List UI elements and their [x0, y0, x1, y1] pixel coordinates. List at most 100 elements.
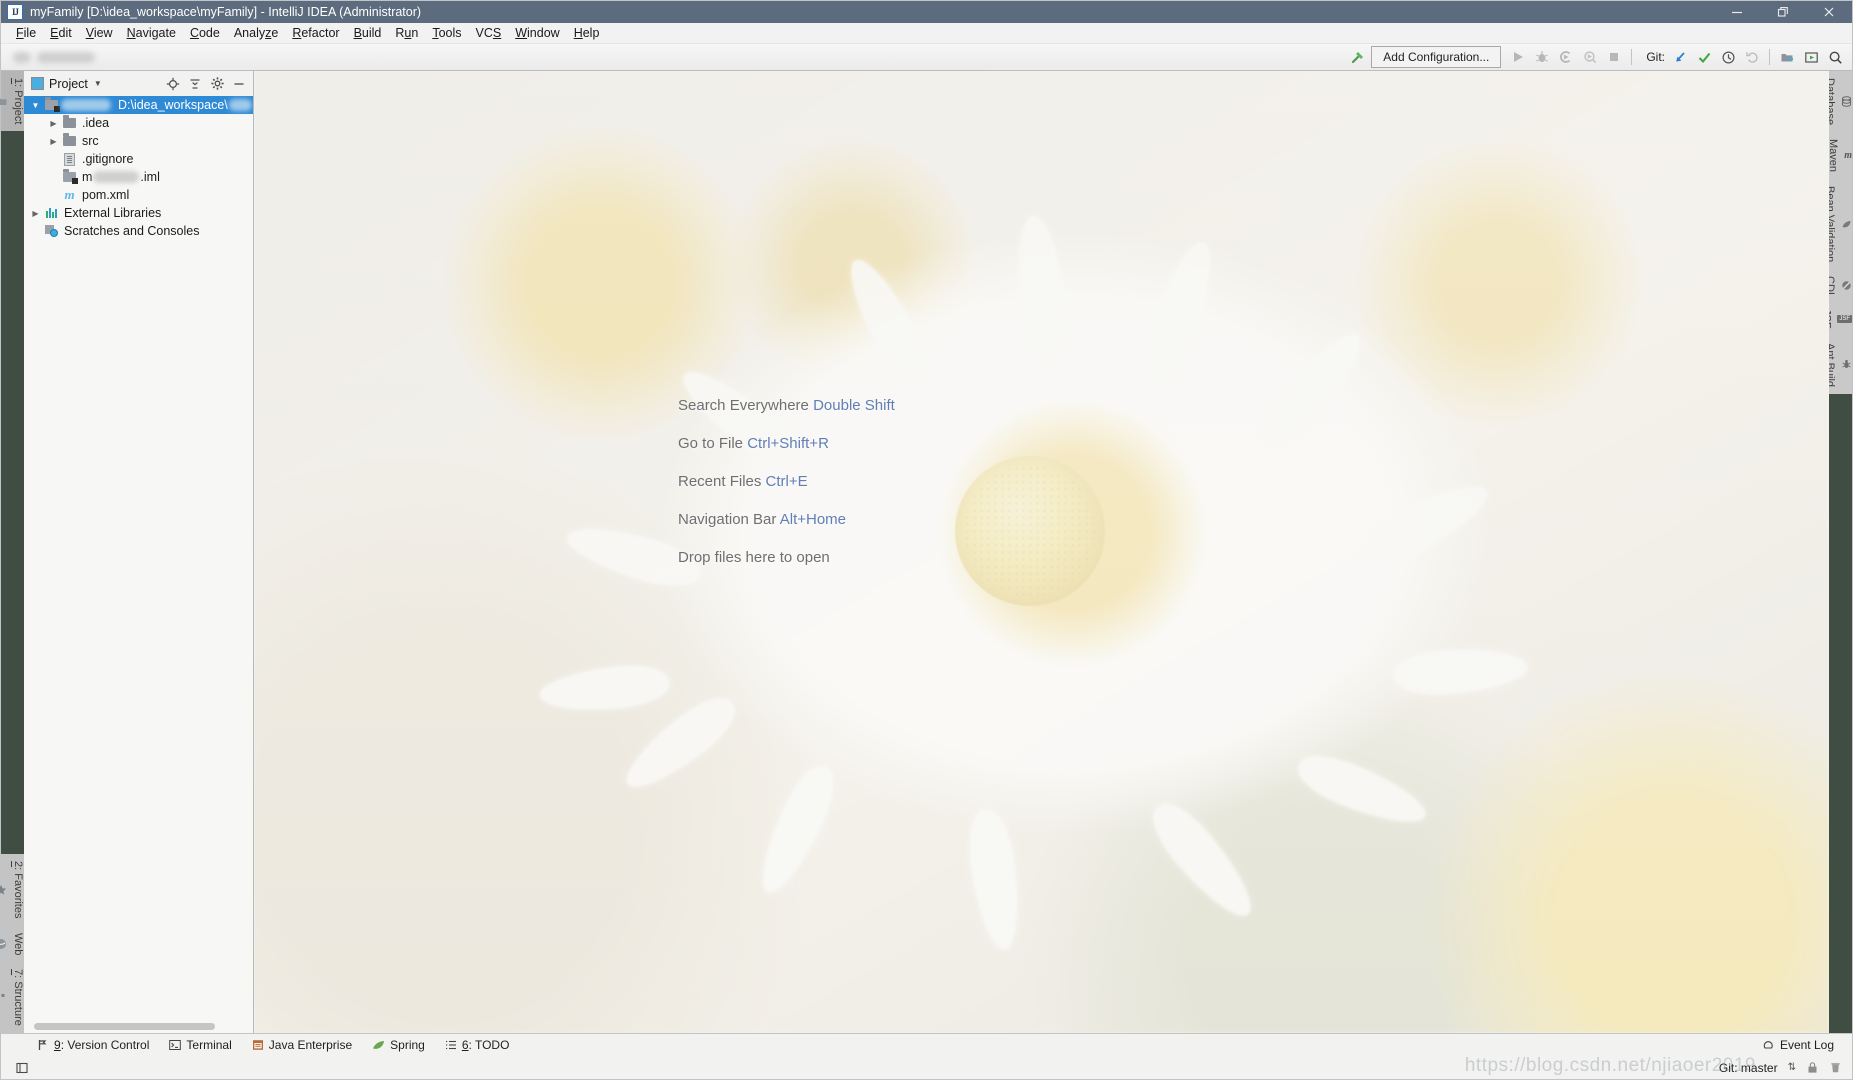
sidebar-item-jsf[interactable]: JSF JSF: [1820, 302, 1852, 336]
menu-navigate[interactable]: Navigate: [120, 25, 183, 42]
hint-drop-files: Drop files here to open: [678, 549, 895, 566]
menu-vcs[interactable]: VCS: [469, 25, 509, 42]
expand-arrow-collapsed-icon[interactable]: ▶: [46, 119, 61, 128]
menu-run[interactable]: Run: [388, 25, 425, 42]
menu-analyze[interactable]: Analyze: [227, 25, 285, 42]
locate-in-tree-icon[interactable]: [163, 74, 183, 94]
minimize-button[interactable]: [1714, 1, 1760, 23]
settings-gear-icon[interactable]: [207, 74, 227, 94]
redacted-module-suffix: [228, 99, 252, 111]
commit-icon[interactable]: [1693, 46, 1715, 68]
expand-arrow-collapsed-icon[interactable]: ▶: [28, 209, 43, 218]
bottom-label-java-enterprise: Java Enterprise: [268, 1038, 353, 1052]
bottom-item-java-enterprise[interactable]: Java Enterprise: [242, 1037, 362, 1053]
tree-label-iml-prefix: m: [82, 170, 93, 184]
chevron-down-icon[interactable]: ▼: [94, 79, 102, 88]
menu-help[interactable]: Help: [567, 25, 607, 42]
hint-action-label: Recent Files: [678, 473, 762, 490]
tree-row-idea[interactable]: ▶ .idea: [24, 114, 253, 132]
menu-file[interactable]: File: [9, 25, 43, 42]
menu-code[interactable]: Code: [183, 25, 227, 42]
branch-caret-icon[interactable]: ⇅: [1788, 1062, 1796, 1073]
spring-leaf-icon: [372, 1039, 385, 1051]
tree-row-src[interactable]: ▶ src: [24, 132, 253, 150]
menu-build[interactable]: Build: [347, 25, 389, 42]
sidebar-item-ant-build[interactable]: Ant Build: [1824, 335, 1852, 394]
left-stripe-top: 1: Project: [0, 71, 24, 132]
stop-icon[interactable]: [1603, 46, 1625, 68]
event-log-button[interactable]: Event Log: [1753, 1037, 1844, 1053]
hammer-build-icon[interactable]: [1347, 46, 1369, 68]
scrollbar-thumb[interactable]: [34, 1023, 216, 1030]
toggle-toolwindow-icon[interactable]: [9, 1061, 35, 1075]
bottom-item-todo[interactable]: 6: TODO: [435, 1037, 520, 1053]
history-icon[interactable]: [1717, 46, 1739, 68]
project-panel-title: Project: [49, 76, 88, 91]
sidebar-item-favorites[interactable]: 2: Favorites: [0, 854, 24, 926]
sidebar-item-bean-validation[interactable]: Bean Validation: [1824, 179, 1852, 270]
intellij-idea-window: IJ myFamily [D:\idea_workspace\myFamily]…: [0, 0, 1853, 1080]
redacted-iml-name: [93, 171, 140, 183]
right-tool-stripe: Database m Maven Bean Validation CDI JSF…: [1820, 71, 1852, 1033]
hide-minimize-icon[interactable]: [229, 74, 249, 94]
terminal-icon: [169, 1039, 182, 1051]
expand-arrow-expanded-icon[interactable]: ▼: [28, 101, 43, 110]
stripe-label-web: Web: [12, 932, 24, 956]
tree-row-scratches[interactable]: Scratches and Consoles: [24, 222, 253, 240]
maven-m-icon: m: [64, 187, 75, 202]
expand-arrow-collapsed-icon[interactable]: ▶: [46, 137, 61, 146]
git-branch-widget[interactable]: Git: master: [1719, 1061, 1778, 1075]
trash-icon[interactable]: [1829, 1061, 1842, 1074]
project-view-icon: [31, 77, 44, 90]
debug-icon[interactable]: [1531, 46, 1553, 68]
left-stripe-bottom: 2: Favorites Web 7: Structure: [0, 854, 24, 1033]
tree-row-iml[interactable]: m .iml: [24, 168, 253, 186]
sidebar-item-project[interactable]: 1: Project: [0, 71, 24, 132]
bottom-item-spring[interactable]: Spring: [362, 1037, 435, 1053]
sidebar-item-maven[interactable]: m Maven: [1827, 132, 1852, 180]
menu-tools[interactable]: Tools: [425, 25, 468, 42]
hint-action-label: Go to File: [678, 435, 744, 452]
editor-empty-area[interactable]: Search Everywhere Double Shift Go to Fil…: [254, 71, 1829, 1033]
menu-window[interactable]: Window: [508, 25, 566, 42]
select-in-icon[interactable]: [1800, 46, 1822, 68]
close-button[interactable]: [1806, 1, 1852, 23]
tree-row-gitignore[interactable]: .gitignore: [24, 150, 253, 168]
version-control-branch-icon: [37, 1039, 49, 1051]
run-with-coverage-icon[interactable]: [1555, 46, 1577, 68]
maximize-restore-button[interactable]: [1760, 1, 1806, 23]
tree-row-root-module[interactable]: ▼ D:\idea_workspace\: [24, 96, 253, 114]
project-tool-window: Project ▼ ▼ D:\idea_workspace\ ▶ .idea ▶…: [24, 71, 254, 1033]
lock-icon[interactable]: [1806, 1061, 1819, 1074]
stripe-label-structure: 7: Structure: [12, 969, 24, 1026]
project-structure-icon[interactable]: [1776, 46, 1798, 68]
redacted-module-name: [61, 99, 111, 111]
bean-validation-icon: [1841, 219, 1852, 230]
sidebar-item-structure[interactable]: 7: Structure: [1, 962, 24, 1033]
run-icon[interactable]: [1507, 46, 1529, 68]
library-icon: [43, 208, 60, 218]
search-everywhere-icon[interactable]: [1824, 46, 1846, 68]
todo-list-icon: [445, 1039, 457, 1051]
add-configuration-button[interactable]: Add Configuration...: [1371, 46, 1502, 68]
toolbar-right-group: Add Configuration... Git:: [1347, 46, 1852, 68]
rollback-icon[interactable]: [1741, 46, 1763, 68]
profile-icon[interactable]: [1579, 46, 1601, 68]
menu-refactor[interactable]: Refactor: [285, 25, 346, 42]
update-project-icon[interactable]: [1669, 46, 1691, 68]
bottom-item-terminal[interactable]: Terminal: [159, 1037, 241, 1053]
iml-file-icon: [61, 169, 78, 184]
bottom-item-version-control[interactable]: 9: Version Control: [27, 1037, 159, 1053]
collapse-all-icon[interactable]: [185, 74, 205, 94]
project-horizontal-scrollbar[interactable]: [34, 1023, 245, 1031]
tree-row-external-libraries[interactable]: ▶ External Libraries: [24, 204, 253, 222]
tree-row-pom[interactable]: m pom.xml: [24, 186, 253, 204]
event-log-label: Event Log: [1779, 1038, 1834, 1052]
sidebar-item-database[interactable]: Database: [1824, 71, 1852, 133]
menu-edit[interactable]: Edit: [43, 25, 79, 42]
menu-view[interactable]: View: [79, 25, 120, 42]
redacted-navbar-item: [13, 51, 31, 63]
sidebar-item-cdi[interactable]: CDI: [1824, 269, 1852, 303]
sidebar-item-web[interactable]: Web: [0, 925, 24, 963]
project-tree[interactable]: ▼ D:\idea_workspace\ ▶ .idea ▶ src .giti…: [24, 96, 253, 1033]
